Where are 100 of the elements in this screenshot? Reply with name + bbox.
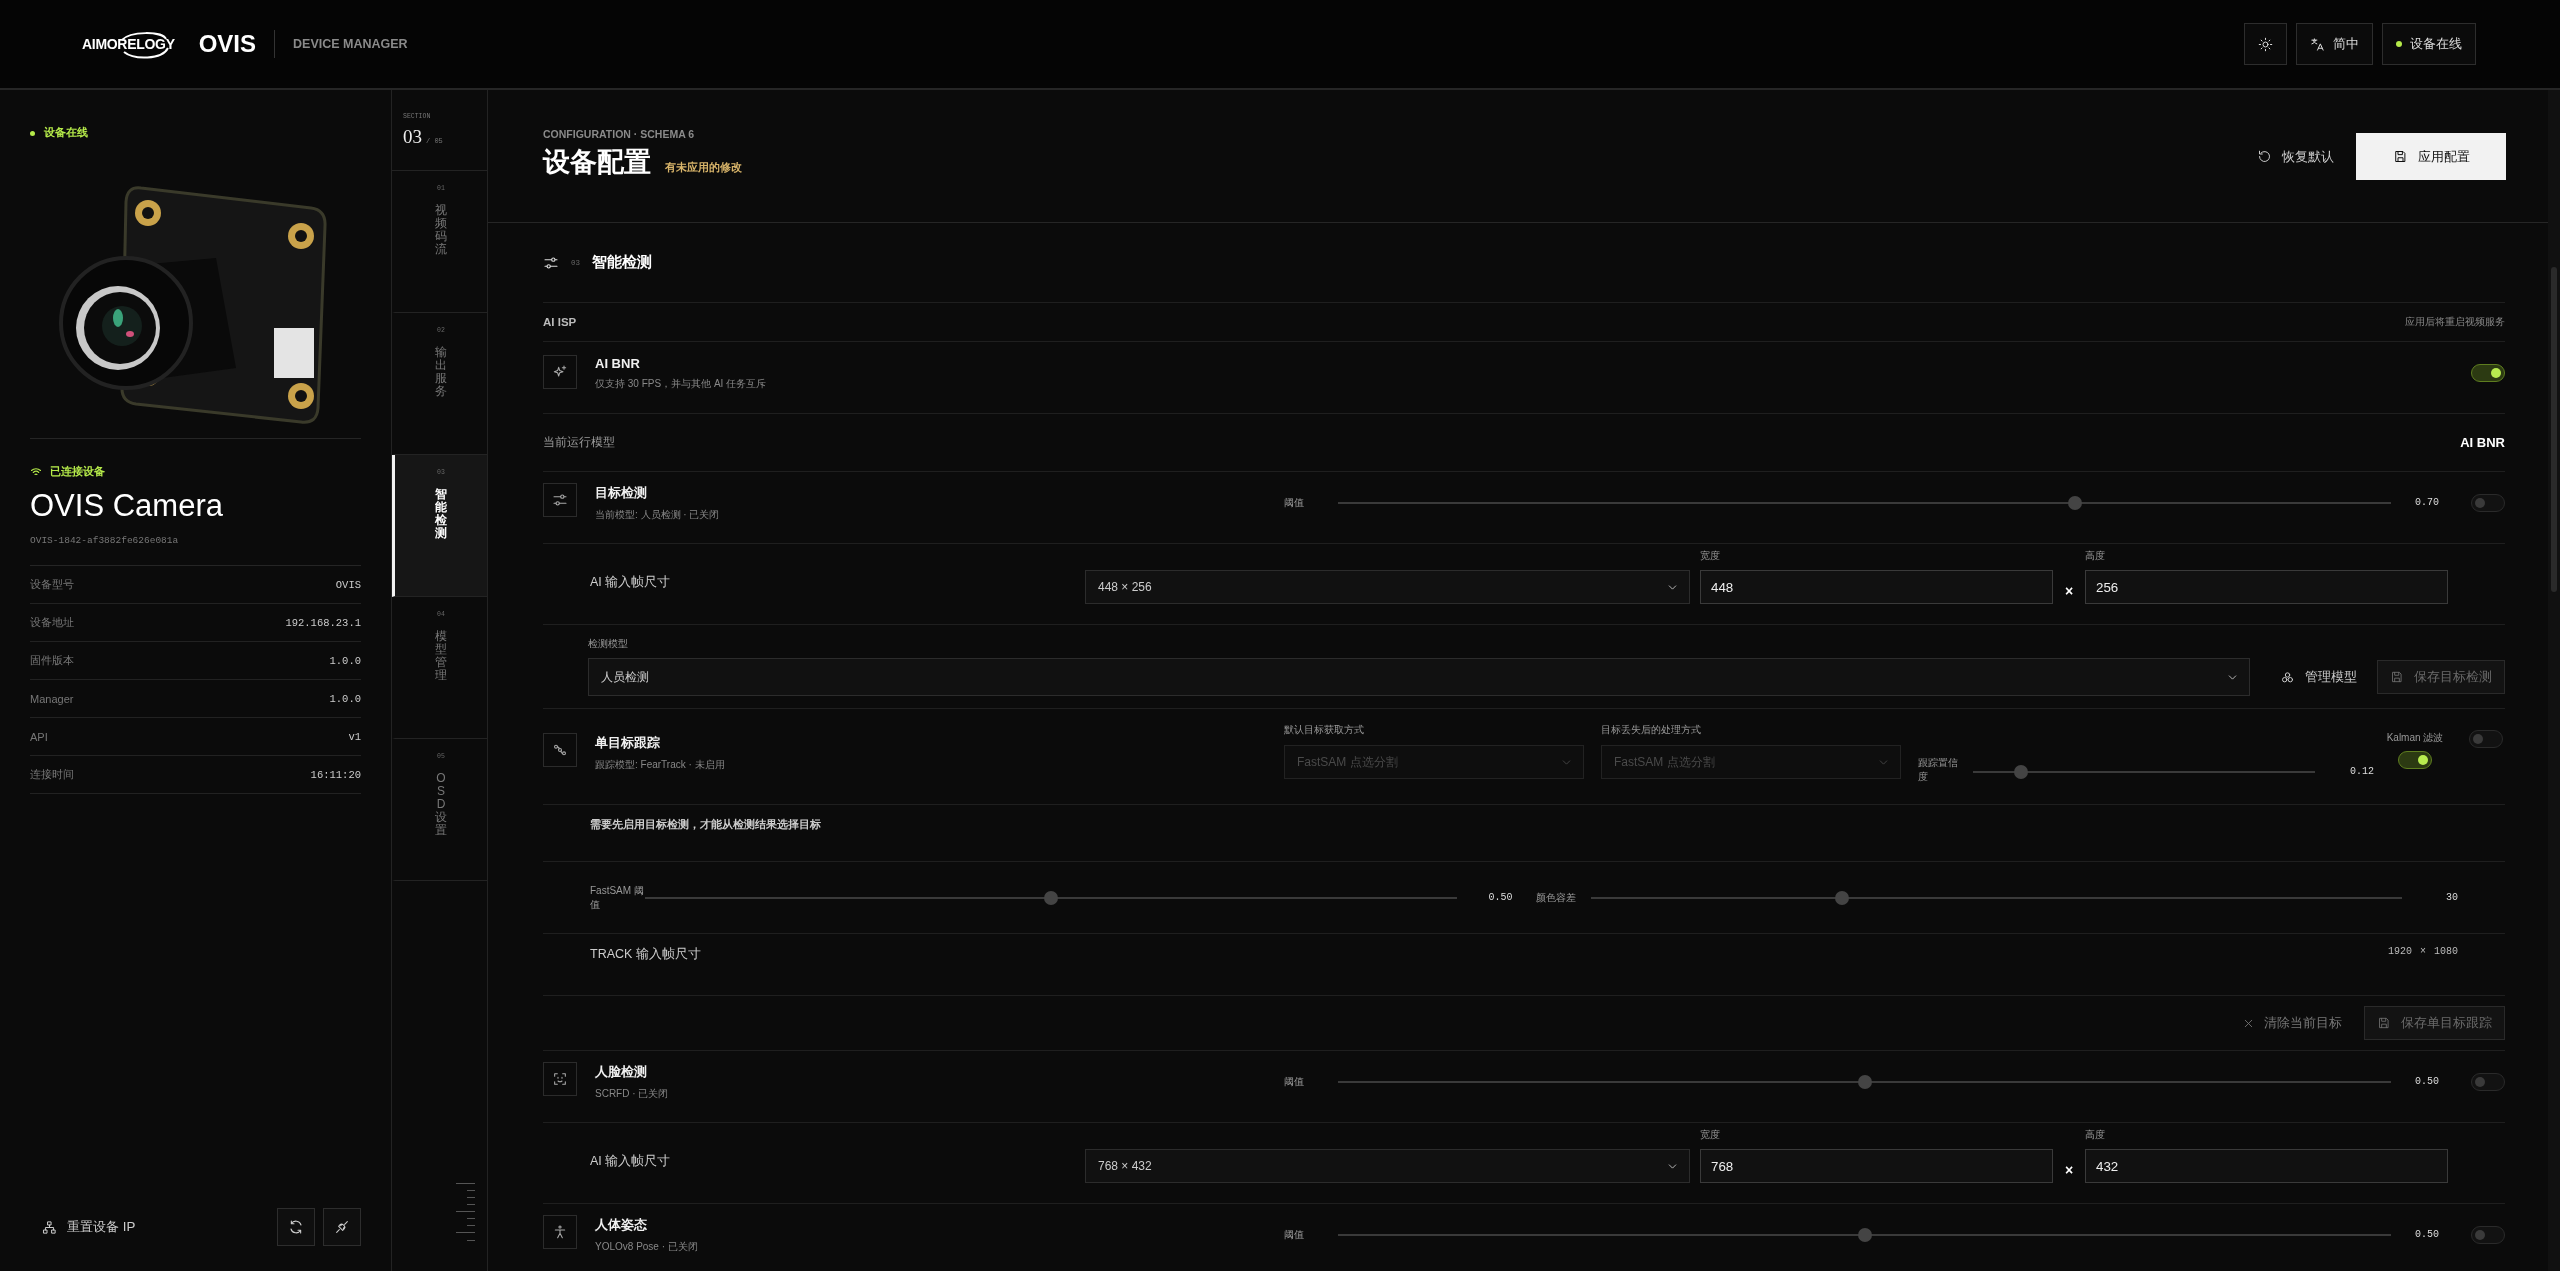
slider-label: 阈值 <box>1284 1074 1305 1089</box>
section-counter: 03 <box>403 126 422 147</box>
page-title: 设备配置 <box>543 146 651 179</box>
info-value: 1.0.0 <box>329 654 361 667</box>
field-label: 宽度 <box>1700 549 1721 563</box>
section-title: 智能检测 <box>592 253 652 272</box>
input-field[interactable]: 432 <box>2085 1149 2448 1183</box>
info-value: 16:11:20 <box>310 768 361 781</box>
clear-target-button[interactable]: 清除当前目标 <box>2242 1014 2342 1032</box>
size-value: 1080 <box>2434 946 2458 957</box>
plug-button[interactable] <box>323 1208 361 1246</box>
plug-icon <box>334 1219 350 1235</box>
slider-thumb[interactable] <box>1835 890 1850 905</box>
slider-label: 颜色容差 <box>1535 890 1577 905</box>
slider-value: 0.70 <box>2414 497 2439 508</box>
toggle-switch[interactable] <box>2469 730 2503 748</box>
tab-label: OSD 设置 <box>435 772 447 837</box>
feature-subtitle: 仅支持 30 FPS，并与其他 AI 任务互斥 <box>595 376 767 391</box>
feature-subtitle: SCRFD · 已关闭 <box>595 1087 669 1101</box>
status-button[interactable]: 设备在线 <box>2382 23 2476 65</box>
info-value: v1 <box>348 730 361 743</box>
refresh-button[interactable] <box>277 1208 315 1246</box>
face-scan-icon <box>552 1071 568 1087</box>
slider-value: 0.12 <box>2349 766 2374 777</box>
input-field[interactable]: 256 <box>2085 570 2448 604</box>
feature-title: 人脸检测 <box>595 1063 648 1081</box>
translate-icon <box>2310 36 2325 52</box>
hint-text: 需要先启用目标检测，才能从检测结果选择目标 <box>590 817 821 832</box>
slider-label: 阈值 <box>1284 495 1305 510</box>
slider-label: 跟踪置信度 <box>1918 756 1958 785</box>
slider-thumb[interactable] <box>2068 495 2083 510</box>
toggle-switch[interactable] <box>2471 363 2505 382</box>
slider-value: 0.50 <box>2414 1076 2439 1087</box>
slider-thumb[interactable] <box>1043 890 1058 905</box>
slider-label: 阈值 <box>1284 1227 1305 1242</box>
input-field[interactable]: 448 <box>1700 570 2053 604</box>
nodes-icon <box>552 742 568 758</box>
language-button[interactable]: 简中 <box>2296 23 2373 65</box>
slider-thumb[interactable] <box>2013 765 2028 779</box>
info-label: API <box>30 730 48 743</box>
toggle-switch[interactable] <box>2471 1225 2505 1244</box>
theme-button[interactable] <box>2244 23 2287 65</box>
toggle-label: Kalman 滤波 <box>2386 731 2444 745</box>
connection-label: 已连接设备 <box>50 465 105 479</box>
dropdown[interactable]: 人员检测 <box>588 658 2250 696</box>
field-label: TRACK 输入帧尺寸 <box>590 946 701 963</box>
info-label: 连接时间 <box>30 767 74 782</box>
scrollbar[interactable] <box>2548 90 2560 1271</box>
dropdown[interactable]: 768 × 432 <box>1085 1149 1690 1183</box>
app-subtitle: DEVICE MANAGER <box>293 37 408 51</box>
sliders-icon <box>552 492 568 508</box>
info-label: 设备型号 <box>30 577 74 592</box>
slider-value: 0.50 <box>1487 892 1513 903</box>
toggle-switch[interactable] <box>2471 1072 2505 1091</box>
undo-icon <box>2257 149 2272 164</box>
info-value: AI BNR <box>2460 435 2505 450</box>
info-label: Manager <box>30 692 74 705</box>
input-field[interactable]: 768 <box>1700 1149 2053 1183</box>
sliders-icon <box>543 254 559 271</box>
save-icon <box>2392 149 2408 164</box>
dropdown[interactable]: 448 × 256 <box>1085 570 1690 604</box>
reset-ip-button[interactable]: 重置设备 IP <box>30 1218 148 1236</box>
feature-subtitle: 跟踪模型: FearTrack · 未启用 <box>595 758 725 772</box>
tab-label: 模型管理 <box>435 630 447 682</box>
apply-button[interactable]: 应用配置 <box>2356 133 2506 180</box>
person-icon <box>552 1224 568 1240</box>
feature-title: AI BNR <box>595 355 641 371</box>
field-label: 高度 <box>2085 549 2106 563</box>
info-value: OVIS <box>335 578 361 591</box>
slider-value: 30 <box>2445 892 2458 903</box>
toggle-switch[interactable] <box>2398 751 2432 769</box>
slider-thumb[interactable] <box>1857 1074 1872 1089</box>
feature-title: 人体姿态 <box>595 1216 648 1234</box>
size-value: 1920 <box>2387 946 2412 957</box>
tab-label: 智能检测 <box>435 488 447 540</box>
reset-defaults-button[interactable]: 恢复默认 <box>2257 147 2334 166</box>
tab-label: 视频码流 <box>435 204 447 256</box>
toggle-switch[interactable] <box>2471 493 2505 512</box>
save-icon <box>2390 670 2404 684</box>
field-label: AI 输入帧尺寸 <box>589 1153 672 1170</box>
feature-title: 单目标跟踪 <box>595 734 661 752</box>
cubes-icon <box>2280 669 2295 685</box>
tab-label: 输出服务 <box>435 346 447 398</box>
times-sign: × <box>2063 1162 2075 1178</box>
slider-label: FastSAM 阈值 <box>590 883 645 912</box>
info-label: 设备地址 <box>30 615 74 630</box>
group-label: AI ISP <box>543 316 577 328</box>
field-label: AI 输入帧尺寸 <box>589 574 672 591</box>
field-label: 默认目标获取方式 <box>1284 723 1365 737</box>
info-label: 当前运行模型 <box>543 435 615 450</box>
device-id: OVIS-1842-af3882fe626e081a <box>30 535 180 546</box>
slider-thumb[interactable] <box>1857 1227 1872 1242</box>
manage-models-button[interactable]: 管理模型 <box>2280 668 2357 686</box>
sun-icon <box>2258 36 2273 52</box>
refresh-icon <box>288 1219 304 1235</box>
product-name: OVIS <box>198 30 257 58</box>
field-label: 检测模型 <box>588 637 629 651</box>
group-note: 应用后将重启视频服务 <box>2405 315 2505 329</box>
device-name: OVIS Camera <box>30 488 224 524</box>
slider-value: 0.50 <box>2414 1229 2439 1240</box>
